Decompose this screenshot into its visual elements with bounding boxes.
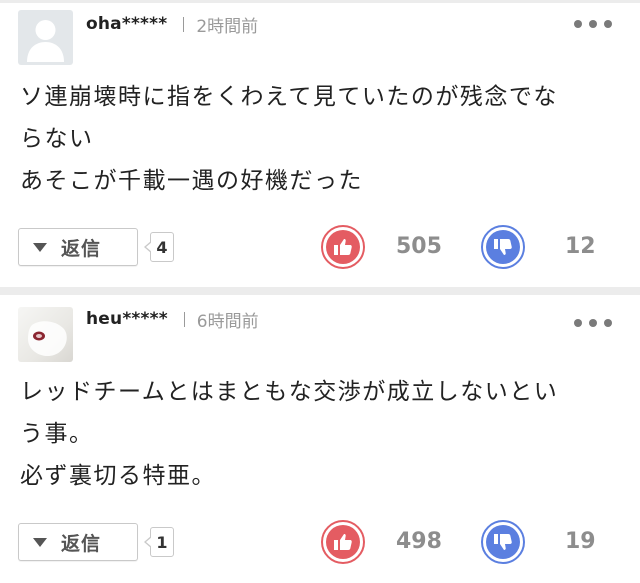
thumbs-down-icon [494,239,512,255]
thumbs-up-icon [334,534,352,550]
comment-item: heu***** 6時間前 レッドチームとはまともな交渉が成立しないとい う事。… [0,295,640,583]
reply-button[interactable]: 返信 [18,523,138,561]
header-divider [183,311,185,327]
dislike-count: 12 [565,234,596,259]
comment-header: oha***** 2時間前 [86,13,259,37]
chevron-down-icon [33,242,47,252]
reply-label: 返信 [61,237,102,260]
like-count: 505 [396,234,442,259]
comment-line: らない [20,126,94,152]
thumbs-down-icon [494,534,512,550]
more-icon[interactable] [574,315,612,331]
reply-count-badge[interactable]: 4 [144,232,174,262]
comment-line: 必ず裏切る特亜。 [20,463,216,489]
dislike-button[interactable] [481,520,525,564]
like-button[interactable] [321,520,365,564]
comment-line: レッドチームとはまともな交渉が成立しないとい [20,379,559,405]
more-icon[interactable] [574,16,612,32]
username[interactable]: heu***** [86,309,168,329]
avatar-photo-icon [28,321,67,357]
dislike-button[interactable] [481,225,525,269]
timestamp: 2時間前 [196,16,259,37]
comment-body: レッドチームとはまともな交渉が成立しないとい う事。 必ず裏切る特亜。 [20,371,620,497]
comment-line: あそこが千載一遇の好機だった [20,168,363,194]
comment-separator [0,287,640,295]
reply-label: 返信 [61,532,102,555]
comment-item: oha***** 2時間前 ソ連崩壊時に指をくわえて見ていたのが残念でな らない… [0,0,640,287]
dislike-count: 19 [565,529,596,554]
username[interactable]: oha***** [86,14,167,34]
timestamp: 6時間前 [196,311,259,332]
chevron-down-icon [33,537,47,547]
comment-line: ソ連崩壊時に指をくわえて見ていたのが残念でな [20,84,558,110]
comment-header: heu***** 6時間前 [86,308,259,332]
like-count: 498 [396,529,442,554]
avatar[interactable] [18,307,73,362]
header-divider [183,16,185,32]
reply-button[interactable]: 返信 [18,228,138,266]
avatar-placeholder-icon [27,20,64,62]
like-button[interactable] [321,225,365,269]
thumbs-up-icon [334,239,352,255]
comment-line: う事。 [20,421,94,447]
avatar[interactable] [18,10,73,65]
comment-body: ソ連崩壊時に指をくわえて見ていたのが残念でな らない あそこが千載一遇の好機だっ… [20,76,620,202]
reply-count-badge[interactable]: 1 [144,527,174,557]
